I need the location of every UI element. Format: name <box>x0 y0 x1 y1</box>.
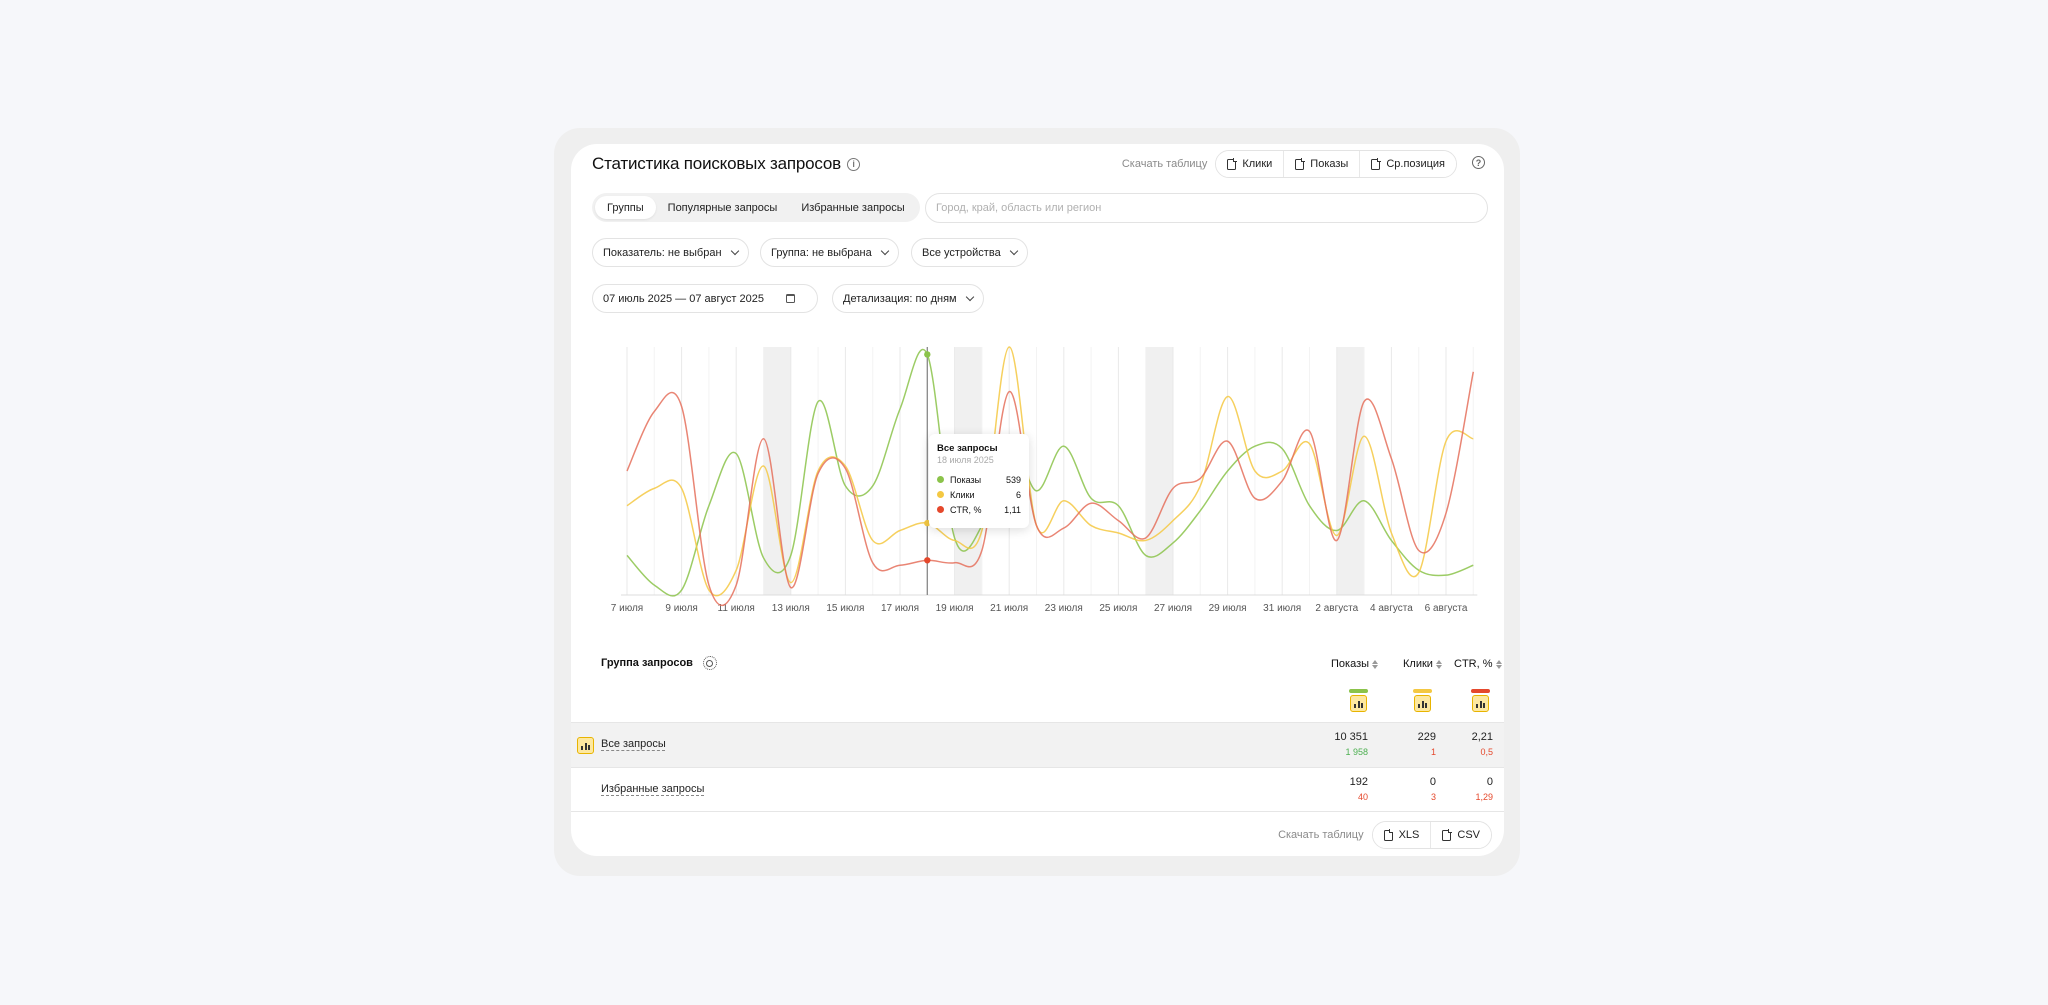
tooltip-date: 18 июля 2025 <box>937 455 994 465</box>
download-xls-button[interactable]: XLS <box>1372 822 1432 848</box>
x-tick-label: 25 июля <box>1099 603 1137 614</box>
cell-impressions: 10 351 <box>1334 731 1368 743</box>
cell-impressions-delta: 40 <box>1357 792 1368 802</box>
sort-icon <box>1435 659 1442 669</box>
x-tick-label: 9 июля <box>665 603 697 614</box>
row-label-favorite-queries[interactable]: Избранные запросы <box>601 783 704 795</box>
x-tick-label: 27 июля <box>1154 603 1192 614</box>
column-header-ctr[interactable]: CTR, % <box>1454 658 1502 670</box>
x-tick-label: 29 июля <box>1209 603 1247 614</box>
column-header-clicks[interactable]: Клики <box>1403 658 1442 670</box>
download-label: Скачать таблицу <box>1278 829 1364 841</box>
impressions-chart-toggle-icon[interactable] <box>1350 695 1367 712</box>
document-icon <box>1442 829 1452 841</box>
ctr-color-marker <box>1471 689 1490 693</box>
clicks-color-marker <box>1413 689 1432 693</box>
line-chart[interactable]: 7 июля 9 июля 11 июля 13 июля 15 июля 17 июля… <box>571 144 1504 624</box>
ctr-chart-toggle-icon[interactable] <box>1472 695 1489 712</box>
table-row[interactable]: Все запросы 10 351 1 958 229 1 2,21 0,5 <box>571 722 1504 767</box>
cell-ctr: 0 <box>1486 776 1493 788</box>
impressions-color-marker <box>1349 689 1368 693</box>
x-tick-label: 2 августа <box>1315 603 1358 614</box>
x-tick-label: 17 июля <box>881 603 919 614</box>
download-button-group: XLS CSV <box>1371 821 1492 849</box>
bottom-download-bar: Скачать таблицу XLS CSV <box>1278 821 1492 849</box>
document-icon <box>1383 829 1393 841</box>
stats-card: Статистика поисковых запросов i Скачать … <box>571 144 1504 856</box>
cell-clicks-delta: 3 <box>1430 792 1436 802</box>
x-tick-label: 7 июля <box>611 603 643 614</box>
cell-ctr-delta: 0,5 <box>1480 747 1493 757</box>
x-tick-label: 6 августа <box>1425 603 1468 614</box>
row-chart-icon[interactable] <box>577 737 594 754</box>
tooltip-row: Показы 539 <box>937 472 1021 487</box>
cell-clicks-delta: 1 <box>1430 747 1436 757</box>
x-tick-label: 21 июля <box>990 603 1028 614</box>
x-tick-label: 4 августа <box>1370 603 1413 614</box>
tooltip-title: Все запросы <box>937 443 998 454</box>
hover-point <box>924 351 931 358</box>
sort-icon <box>1372 659 1379 669</box>
column-header-impressions[interactable]: Показы <box>1331 658 1379 670</box>
tooltip-row: CTR, % 1,11 <box>937 502 1021 517</box>
x-tick-label: 31 июля <box>1263 603 1301 614</box>
gear-icon[interactable] <box>702 656 717 670</box>
x-tick-label: 19 июля <box>936 603 974 614</box>
cell-impressions: 192 <box>1349 776 1368 788</box>
download-csv-button[interactable]: CSV <box>1431 822 1491 848</box>
hover-point <box>924 557 931 564</box>
cell-impressions-delta: 1 958 <box>1345 747 1368 757</box>
cell-clicks: 0 <box>1429 776 1436 788</box>
cell-clicks: 229 <box>1417 731 1436 743</box>
x-tick-label: 23 июля <box>1045 603 1083 614</box>
row-label-all-queries[interactable]: Все запросы <box>601 738 666 750</box>
tooltip-row: Клики 6 <box>937 487 1021 502</box>
chart-tooltip: Все запросы 18 июля 2025 Показы 539 Клики… <box>929 434 1029 528</box>
series-dot <box>937 506 944 513</box>
cell-ctr-delta: 1,29 <box>1475 792 1493 802</box>
sort-icon <box>1495 659 1502 669</box>
weekend-band <box>763 347 791 595</box>
table-group-header: Группа запросов <box>601 656 717 670</box>
cell-ctr: 2,21 <box>1471 731 1493 743</box>
series-dot <box>937 491 944 498</box>
weekend-band <box>1145 347 1173 595</box>
clicks-chart-toggle-icon[interactable] <box>1414 695 1431 712</box>
series-dot <box>937 476 944 483</box>
x-tick-label: 13 июля <box>772 603 810 614</box>
table-row[interactable]: Избранные запросы 192 40 0 3 0 1,29 <box>571 767 1504 812</box>
x-tick-label: 15 июля <box>826 603 864 614</box>
